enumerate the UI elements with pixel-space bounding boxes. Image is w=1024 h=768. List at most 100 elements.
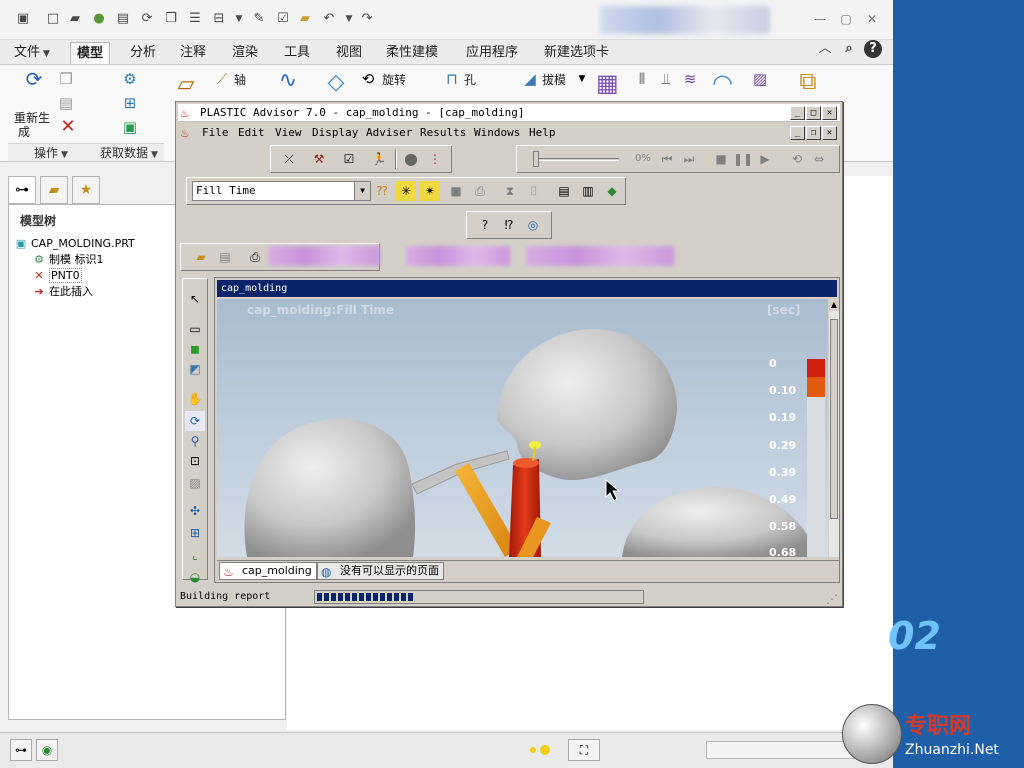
show-weld-lines-icon[interactable]: ✴ bbox=[420, 181, 440, 201]
revolve-icon[interactable]: ⟲ bbox=[358, 69, 378, 89]
zoom-window-icon[interactable]: ⊡ bbox=[185, 451, 205, 471]
print-result-icon[interactable]: ⎙ bbox=[470, 181, 490, 201]
edit-icon[interactable]: ✎ bbox=[250, 10, 268, 28]
results-viewport[interactable]: cap_molding:Fill Time [sec] 0 0.10 0.19 … bbox=[217, 299, 828, 557]
group-operations[interactable]: 操作 ▼ bbox=[8, 143, 94, 161]
menu-file[interactable]: FFile bbox=[202, 123, 229, 143]
search-icon[interactable]: ⌕ bbox=[840, 40, 858, 58]
style-icon[interactable]: ▨ bbox=[750, 69, 770, 89]
menu-view[interactable]: View bbox=[275, 123, 302, 143]
step-forward-icon[interactable]: ⏭ bbox=[679, 149, 699, 169]
group-get-data[interactable]: 获取数据 ▼ bbox=[94, 143, 164, 161]
loop-icon[interactable]: ⟲ bbox=[787, 149, 807, 169]
tree-item-mold-feature[interactable]: ⚙ 制模 标识1 bbox=[32, 252, 103, 267]
browser-icon[interactable]: ◉ bbox=[36, 739, 58, 761]
restore-icon[interactable]: ▢ bbox=[836, 10, 856, 28]
minimize-icon[interactable]: — bbox=[810, 10, 830, 28]
tab-no-page[interactable]: ◍ 没有可以显示的页面 bbox=[317, 562, 444, 580]
stop-animation-icon[interactable]: ■ bbox=[711, 149, 731, 169]
molding-window-icon[interactable]: ⚒ bbox=[309, 149, 329, 169]
tab-applications[interactable]: 应用程序 bbox=[460, 42, 524, 64]
fit-icon[interactable]: ▨ bbox=[185, 473, 205, 493]
show-air-traps-icon[interactable]: ✳ bbox=[396, 181, 416, 201]
pattern-icon[interactable]: ▦ bbox=[596, 71, 619, 95]
show-navigator-icon[interactable]: ⊶ bbox=[10, 739, 32, 761]
tab-flexible-modeling[interactable]: 柔性建模 bbox=[380, 42, 444, 64]
center-icon[interactable]: ✣ bbox=[185, 501, 205, 521]
tab-render[interactable]: 渲染 bbox=[226, 42, 264, 64]
tree-item-point[interactable]: ✕ PNT0 bbox=[32, 268, 82, 283]
chevron-down-icon[interactable]: ▼ bbox=[230, 10, 248, 28]
plane-icon[interactable]: ▱ bbox=[176, 74, 196, 96]
context-help-icon[interactable]: ⁉ bbox=[499, 215, 519, 235]
play-icon[interactable]: ▶ bbox=[755, 149, 775, 169]
menu-display[interactable]: Display bbox=[312, 123, 358, 143]
menu-windows[interactable]: Windows bbox=[474, 123, 520, 143]
undo-dropdown-icon[interactable]: ▼ bbox=[340, 10, 358, 28]
rotate-icon[interactable]: ⟳ bbox=[185, 411, 205, 431]
bounce-icon[interactable]: ⇔ bbox=[809, 149, 829, 169]
menu-results[interactable]: Results bbox=[420, 123, 466, 143]
component-interface-icon[interactable]: ⧉ bbox=[798, 69, 818, 93]
extend-icon[interactable]: ⫫ bbox=[656, 69, 676, 89]
user-feature-icon[interactable]: ⚙ bbox=[120, 69, 140, 89]
minimize-icon[interactable]: _ bbox=[790, 106, 805, 120]
tab-tools[interactable]: 工具 bbox=[278, 42, 316, 64]
regenerate-label-2[interactable]: 成 bbox=[18, 123, 30, 140]
collapse-ribbon-icon[interactable]: ︿ bbox=[816, 40, 834, 58]
doc-restore-icon[interactable]: ❐ bbox=[806, 126, 821, 140]
tab-cap-molding[interactable]: ♨ cap_molding bbox=[219, 562, 317, 580]
doc-close-icon[interactable]: ✕ bbox=[822, 126, 837, 140]
check-icon[interactable]: ☑ bbox=[339, 149, 359, 169]
traffic-light-icon[interactable]: ⋮ bbox=[425, 149, 445, 169]
redo-icon[interactable]: ↷ bbox=[358, 10, 376, 28]
material-database-icon[interactable]: ◆ bbox=[602, 181, 622, 201]
shade-icon[interactable]: ■ bbox=[446, 181, 466, 201]
light-icon[interactable]: ◒ bbox=[185, 567, 205, 587]
menu-adviser[interactable]: Adviser bbox=[366, 123, 412, 143]
model-tree-tab[interactable]: ⊶ bbox=[8, 176, 36, 204]
help-icon[interactable]: ? bbox=[475, 215, 495, 235]
draft-label[interactable]: 拔模 bbox=[542, 71, 566, 88]
step-back-icon[interactable]: ⏮ bbox=[657, 149, 677, 169]
close-icon[interactable]: ✕ bbox=[822, 106, 837, 120]
sketch-icon[interactable]: ∿ bbox=[278, 70, 298, 92]
regenerate-icon[interactable]: ⟳ bbox=[24, 69, 44, 89]
tab-file[interactable]: 文件 ▼ bbox=[8, 42, 56, 64]
scrollbar-thumb[interactable] bbox=[830, 319, 838, 519]
save-icon[interactable]: ▤ bbox=[114, 10, 132, 28]
select-arrow-icon[interactable]: ↖ bbox=[185, 289, 205, 309]
viewport-scrollbar[interactable]: ▲ bbox=[829, 299, 839, 557]
open-folder-icon[interactable]: ▰ bbox=[66, 10, 84, 28]
zoom-icon[interactable]: ⚲ bbox=[185, 431, 205, 451]
checkbox-icon[interactable]: ☑ bbox=[274, 10, 292, 28]
cube-outline-icon[interactable]: ◩ bbox=[185, 359, 205, 379]
doc-minimize-icon[interactable]: _ bbox=[790, 126, 805, 140]
hole-label[interactable]: 孔 bbox=[464, 71, 476, 88]
clip-plane-icon[interactable]: ⧗ bbox=[500, 181, 520, 201]
tab-analysis[interactable]: 分析 bbox=[124, 42, 162, 64]
cube-icon[interactable]: ◼ bbox=[185, 339, 205, 359]
regenerate-small-icon[interactable]: ⟳ bbox=[138, 10, 156, 28]
menu-edit[interactable]: Edit bbox=[238, 123, 265, 143]
axes-icon[interactable]: ⌞ bbox=[185, 545, 205, 565]
undo-icon[interactable]: ↶ bbox=[320, 10, 338, 28]
window-icon[interactable]: ⊟ bbox=[210, 10, 228, 28]
tab-model[interactable]: 模型 bbox=[70, 42, 111, 64]
ruler-icon[interactable]: ▭ bbox=[185, 319, 205, 339]
menu-help[interactable]: Help bbox=[529, 123, 556, 143]
run-analysis-icon[interactable]: 🏃 bbox=[369, 149, 389, 169]
print-icon[interactable]: ⎙ bbox=[245, 247, 265, 267]
web-help-icon[interactable]: ◎ bbox=[523, 215, 543, 235]
axis-icon[interactable]: ⟋ bbox=[212, 69, 232, 89]
app-icon[interactable]: ▣ bbox=[14, 10, 32, 28]
new-file-icon[interactable]: □ bbox=[44, 10, 62, 28]
list-icon[interactable]: ☰ bbox=[186, 10, 204, 28]
copy-icon[interactable]: ❐ bbox=[162, 10, 180, 28]
tab-new-tab[interactable]: 新建选项卡 bbox=[538, 42, 615, 64]
tree-item-part[interactable]: ▣ CAP_MOLDING.PRT bbox=[14, 236, 135, 251]
result-type-select[interactable]: Fill Time ▼ bbox=[192, 181, 371, 201]
selection-filter-icon[interactable]: ⛶ bbox=[568, 739, 600, 761]
pan-hand-icon[interactable]: ✋ bbox=[185, 389, 205, 409]
result-info-icon[interactable]: ⁇ bbox=[372, 181, 392, 201]
